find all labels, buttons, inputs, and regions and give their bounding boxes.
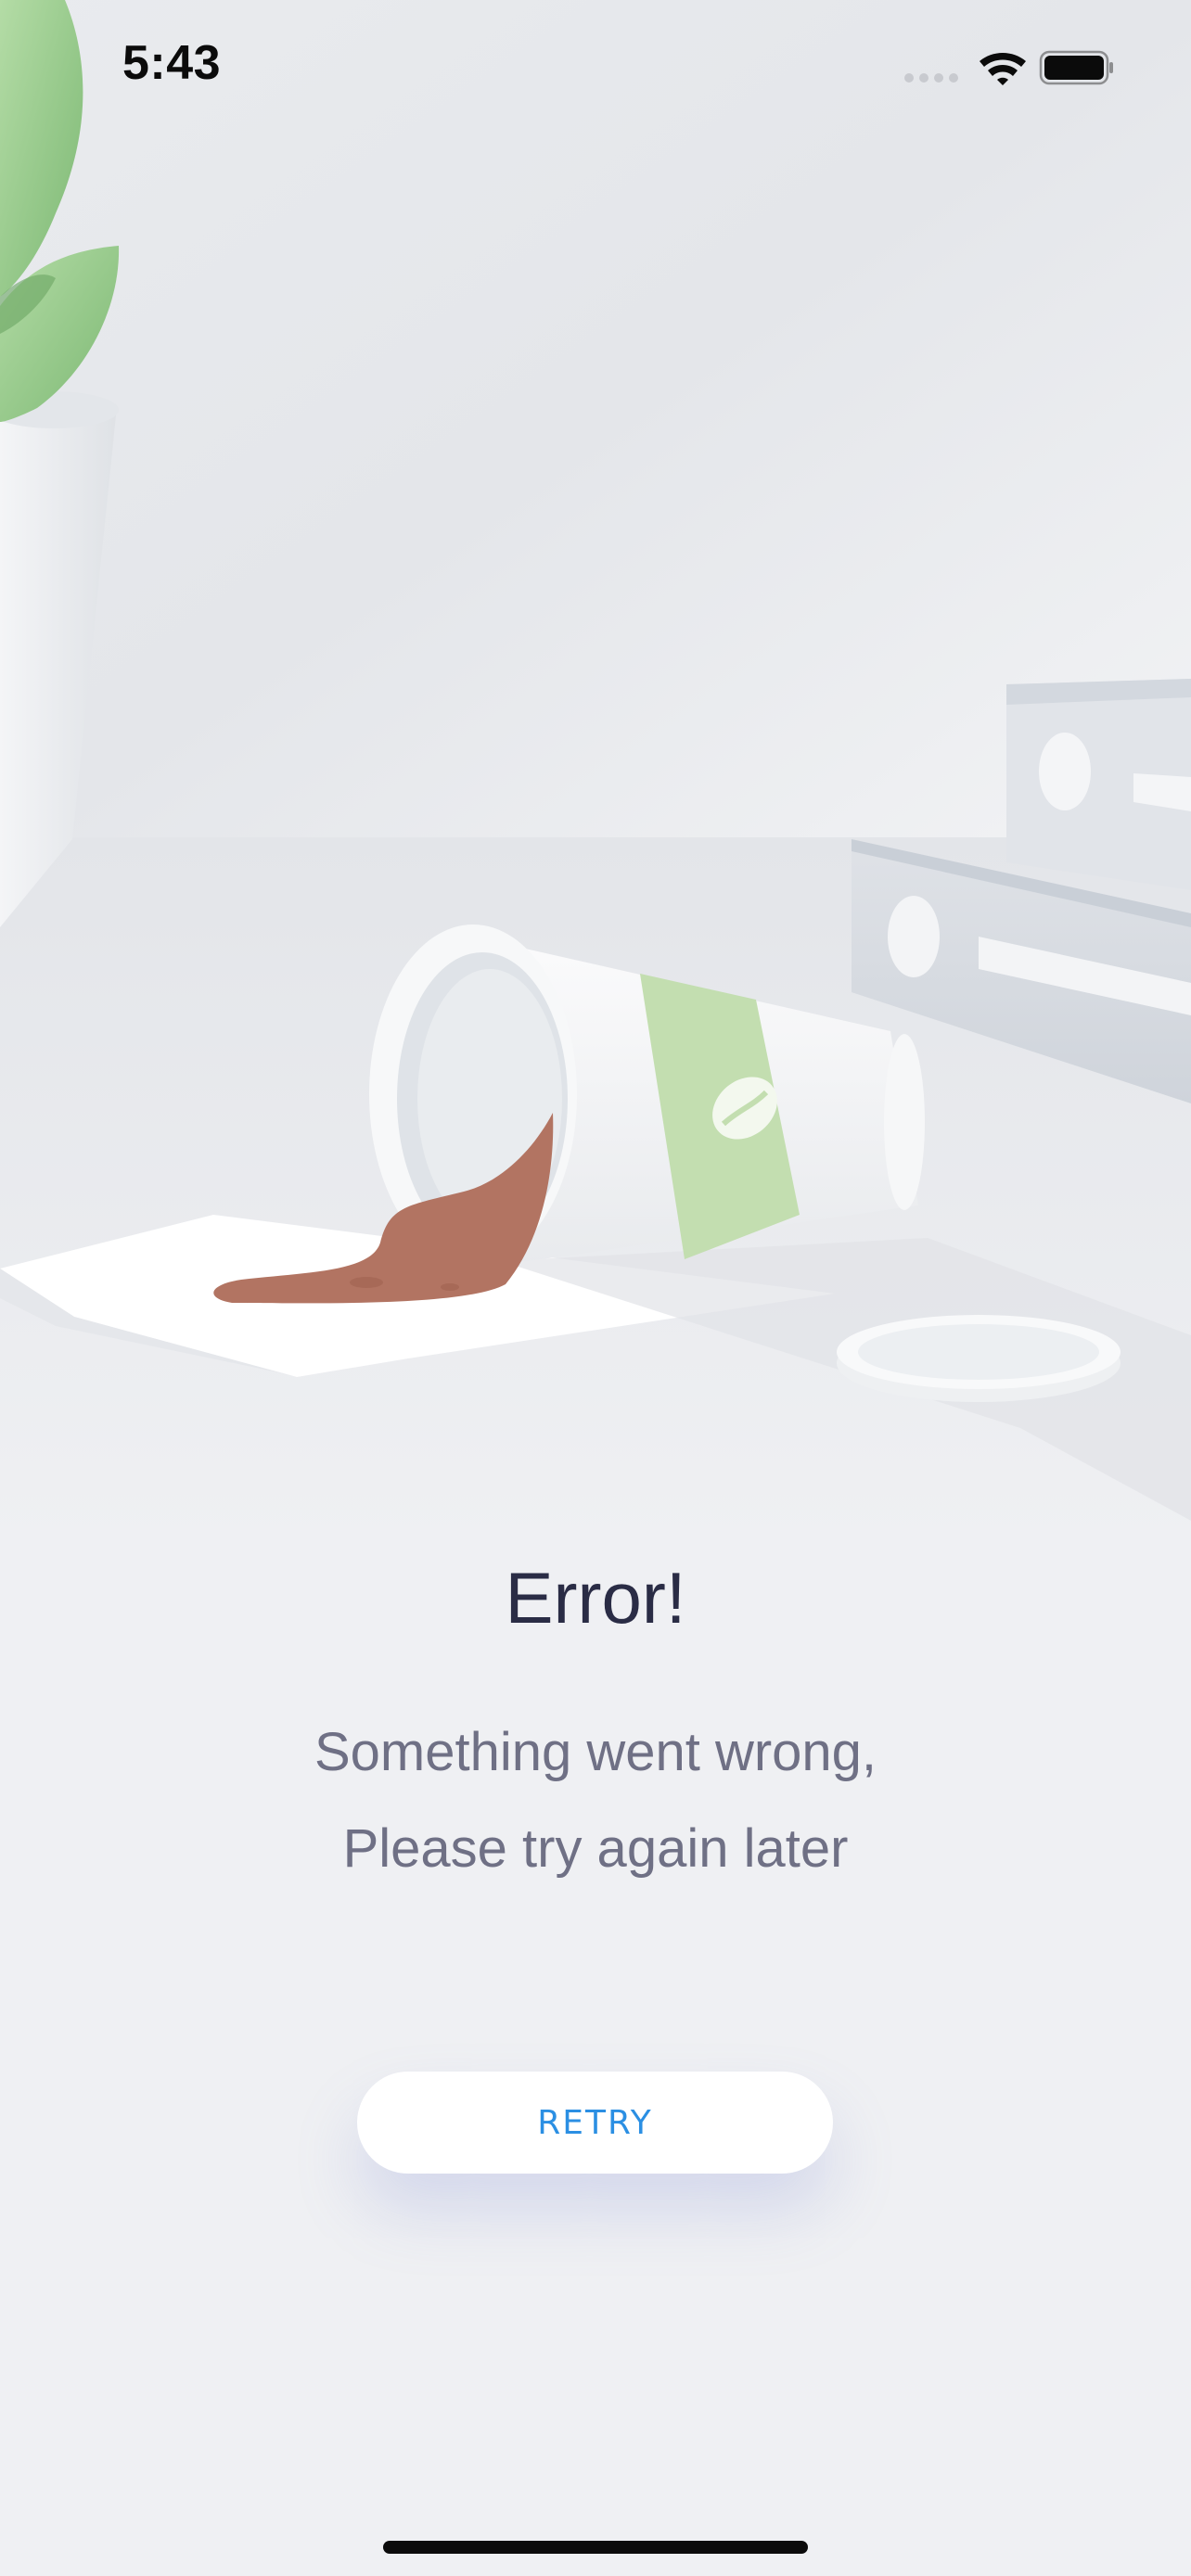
status-bar: 5:43 [0, 0, 1191, 90]
status-time: 5:43 [122, 36, 222, 90]
spilled-coffee-illustration [0, 0, 1191, 1539]
signal-icon [904, 73, 958, 83]
battery-icon [1039, 50, 1113, 85]
wifi-icon [980, 53, 1026, 85]
retry-button[interactable]: RETRY [357, 2072, 833, 2174]
error-title: Error! [505, 1557, 686, 1639]
home-indicator[interactable] [383, 2541, 808, 2554]
error-message-line-2: Please try again later [342, 1818, 849, 1879]
error-screen: 5:43 Error! Something went wrong, Please… [0, 0, 1191, 2576]
status-icons [904, 50, 1113, 85]
error-message-line-1: Something went wrong, [314, 1722, 877, 1782]
